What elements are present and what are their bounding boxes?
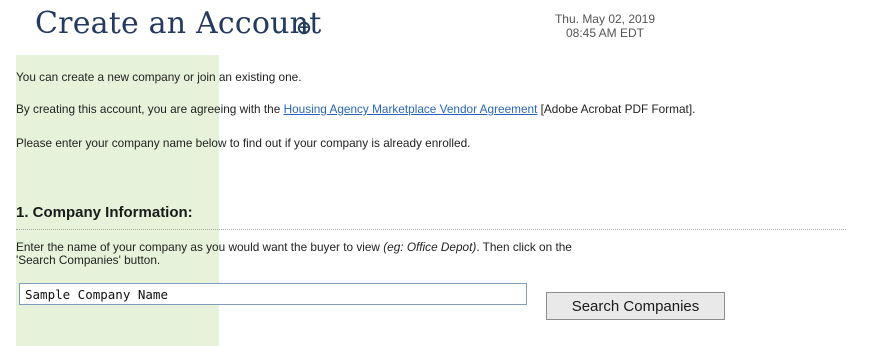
intro-text-enter-company: Please enter your company name below to …	[16, 136, 471, 150]
agreement-text-prefix: By creating this account, you are agreei…	[16, 102, 284, 116]
page-title: Create an Account	[35, 6, 322, 41]
vendor-agreement-link[interactable]: Housing Agency Marketplace Vendor Agreem…	[284, 102, 538, 116]
agreement-text: By creating this account, you are agreei…	[16, 102, 695, 116]
agreement-text-suffix: [Adobe Acrobat PDF Format].	[537, 102, 696, 116]
company-name-input[interactable]	[19, 283, 527, 305]
intro-text-create-or-join: You can create a new company or join an …	[16, 70, 302, 84]
instructions-example: (eg: Office Depot)	[383, 240, 477, 254]
current-date: Thu. May 02, 2019	[554, 12, 656, 26]
current-time: 08:45 AM EDT	[565, 26, 645, 40]
help-icon[interactable]	[297, 21, 311, 35]
section-divider	[16, 229, 846, 230]
company-name-instructions: Enter the name of your company as you wo…	[16, 241, 576, 267]
current-datetime: Thu. May 02, 2019 08:45 AM EDT	[510, 12, 700, 40]
company-information-heading: 1. Company Information:	[16, 204, 193, 221]
instructions-text: Enter the name of your company as you wo…	[16, 240, 384, 254]
search-companies-button[interactable]: Search Companies	[546, 292, 725, 320]
